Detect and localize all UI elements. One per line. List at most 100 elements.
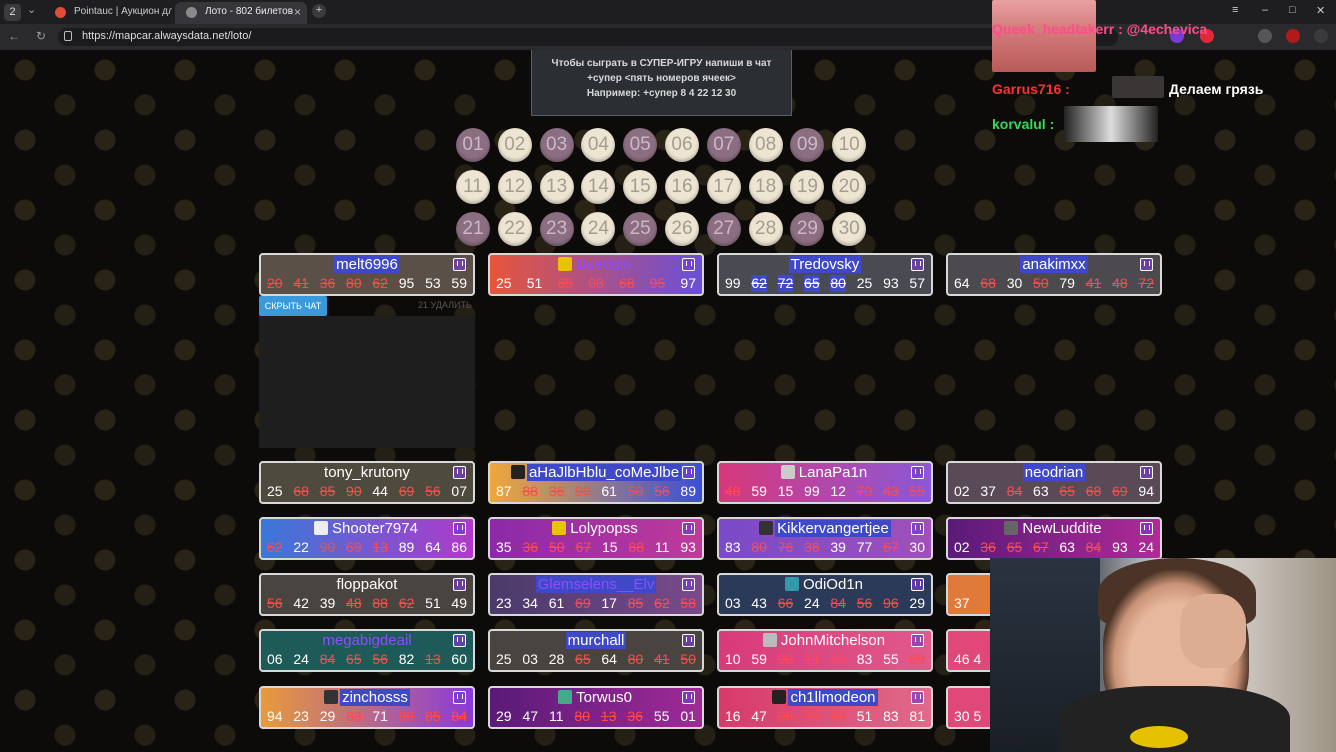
twitch-icon[interactable]	[911, 258, 924, 271]
twitch-icon[interactable]	[911, 634, 924, 647]
ticket-numbers: 06 24 84 65 56 82 13 60	[267, 651, 467, 668]
ticket-number: 08	[588, 275, 604, 291]
lotto-ticket: murchall 25 03 28 65 64 80 41 50	[488, 629, 704, 672]
twitch-icon[interactable]	[453, 522, 466, 535]
ticket-number: 69	[346, 539, 362, 555]
delete-link[interactable]: 21 УДАЛИТЬ	[418, 300, 472, 310]
ticket-owner: tony_krutony	[261, 464, 473, 481]
ticket-number: 65	[804, 275, 820, 292]
ticket-number: 47	[522, 708, 539, 724]
ticket-number: 66	[830, 708, 846, 724]
twitch-icon[interactable]	[453, 258, 466, 271]
ticket-number: 59	[451, 275, 467, 291]
ticket-number: 83	[856, 651, 873, 667]
ticket-number: 70	[804, 708, 820, 724]
ticket-number: 43	[883, 483, 899, 499]
ticket-number: 13	[372, 539, 388, 555]
ticket-owner-name: megabigdeail	[322, 632, 412, 649]
twitch-icon[interactable]	[453, 578, 466, 591]
lotto-ticket: tony_krutony 25 68 85 90 44 69 56 07	[259, 461, 475, 504]
twitch-icon[interactable]	[453, 691, 466, 704]
ticket-number: 33	[346, 708, 362, 724]
ticket-number: 40	[830, 651, 846, 667]
twitch-icon[interactable]	[1140, 522, 1153, 535]
twitch-icon[interactable]	[1140, 466, 1153, 479]
ticket-number: 72	[1138, 275, 1154, 291]
ticket-owner: aHaJlbHblu_coMeJlbe	[490, 464, 702, 481]
ticket-number: 93	[680, 539, 696, 555]
ticket-number: 39	[830, 539, 846, 555]
ticket-numbers: 94 23 29 33 71 90 85 84	[267, 708, 467, 725]
ticket-number: 84	[1085, 539, 1102, 555]
tab-loto[interactable]: Лото - 802 билетов ×	[175, 2, 307, 24]
number-ball: 18	[748, 170, 783, 204]
twitch-icon[interactable]	[682, 522, 695, 535]
number-ball: 20	[832, 170, 867, 204]
twitch-icon[interactable]	[911, 691, 924, 704]
ticket-numbers: 16 47 08 70 66 51 83 81	[725, 708, 925, 725]
twitch-icon[interactable]	[682, 466, 695, 479]
ticket-number: 24	[1138, 539, 1154, 555]
ticket-number: 02	[954, 483, 970, 499]
twitch-icon[interactable]	[682, 691, 695, 704]
ticket-number: 69	[1112, 483, 1128, 499]
ticket-number: 13	[425, 651, 441, 667]
user-badge-icon	[784, 577, 799, 591]
back-icon[interactable]: ←	[8, 29, 20, 43]
reload-icon[interactable]: ↻	[36, 29, 46, 43]
chevron-down-icon[interactable]: ⌄	[27, 3, 36, 16]
ticket-number: 86	[451, 539, 467, 555]
banner-line: Чтобы сыграть в СУПЕР-ИГРУ напиши в чат	[551, 58, 772, 69]
lotto-ticket: Shooter7974 62 22 90 69 13 89 64 86	[259, 517, 475, 560]
ticket-number: 50	[627, 483, 644, 499]
window-switcher-icon[interactable]: 2	[4, 4, 21, 21]
ticket-number: 23	[293, 708, 309, 724]
twitch-icon[interactable]	[1140, 258, 1153, 271]
ticket-number: 09	[909, 651, 925, 667]
ticket-number: 71	[372, 708, 388, 724]
number-ball: 19	[790, 170, 825, 204]
ticket-number: 66	[777, 595, 794, 611]
ticket-number: 82	[398, 651, 415, 667]
tab-pointauc[interactable]: Pointauc | Аукцион для с	[44, 2, 172, 24]
close-tab-icon[interactable]: ×	[294, 2, 301, 22]
twitch-icon[interactable]	[911, 578, 924, 591]
ticket-number: 01	[680, 708, 696, 724]
ticket-number: 63	[1059, 539, 1075, 555]
ticket-owner-name: Buedgio	[576, 256, 632, 273]
twitch-icon[interactable]	[453, 634, 466, 647]
hide-chat-button[interactable]: СКРЫТЬ ЧАТ	[259, 296, 327, 316]
ticket-number: 85	[627, 595, 644, 611]
ticket-number: 12	[830, 483, 846, 499]
ticket-number: 90	[777, 651, 794, 667]
ticket-number: 64	[425, 539, 441, 555]
ticket-number: 51	[526, 275, 543, 291]
ticket-number: 77	[856, 539, 873, 555]
ticket-number: 41	[1085, 275, 1102, 291]
number-ball: 29	[790, 212, 825, 246]
ticket-owner: LanaPa1n	[719, 464, 931, 481]
twitch-icon[interactable]	[453, 466, 466, 479]
twitch-icon[interactable]	[911, 466, 924, 479]
twitch-icon[interactable]	[911, 522, 924, 535]
number-ball: 13	[539, 170, 574, 204]
twitch-icon[interactable]	[682, 578, 695, 591]
ticket-number: 60	[451, 651, 467, 667]
ticket-numbers: 48 59 15 99 12 70 43 55	[725, 483, 925, 500]
twitch-icon[interactable]	[682, 634, 695, 647]
url-field[interactable]: https://mapcar.alwaysdata.net/loto/	[58, 28, 1118, 46]
lotto-ticket: JohnMitchelson 10 59 90 13 40 83 55 09	[717, 629, 933, 672]
ticket-number: 63	[1033, 483, 1049, 499]
new-tab-button[interactable]: +	[312, 4, 326, 18]
twitch-icon[interactable]	[682, 258, 695, 271]
ticket-number: 22	[293, 539, 309, 555]
ticket-number: 67	[575, 539, 592, 555]
ticket-numbers: 25 68 85 90 44 69 56 07	[267, 483, 467, 500]
favicon-icon	[186, 7, 197, 18]
ticket-number: 08	[777, 708, 794, 724]
ticket-number: 68	[1085, 483, 1102, 499]
lotto-ticket: melt6996 20 41 36 80 62 95 53 59	[259, 253, 475, 296]
ticket-number: 95	[398, 275, 415, 291]
ticket-number: 15	[601, 539, 618, 555]
user-badge-icon	[762, 633, 777, 647]
